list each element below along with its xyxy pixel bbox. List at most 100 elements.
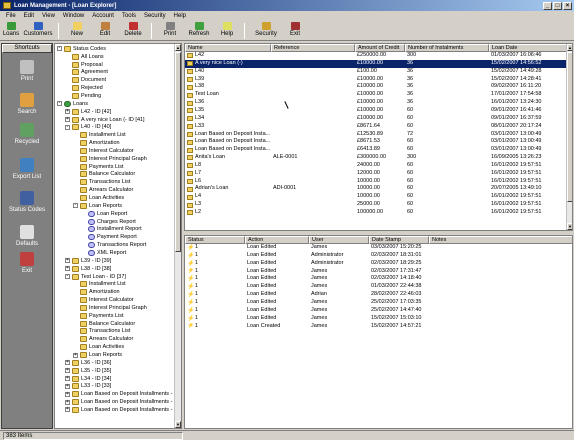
table-row[interactable]: L40 £100.00 36 15/02/2007 14:49:28 bbox=[185, 68, 567, 76]
toolbar-help-button[interactable]: Help bbox=[214, 21, 240, 41]
toolbar-loans-button[interactable]: Loans bbox=[0, 21, 22, 41]
table-row[interactable]: L7 12000.00 60 16/01/2002 19:57:51 bbox=[185, 170, 567, 178]
table-row[interactable]: L2 100000.00 60 16/01/2002 19:57:51 bbox=[185, 209, 567, 217]
table-row[interactable]: Anita's Loan ALE-0001 £300000.00 300 16/09/2… bbox=[185, 154, 567, 162]
tree-scroll-thumb[interactable] bbox=[175, 52, 181, 252]
shortcut-status-codes[interactable]: Status Codes bbox=[2, 191, 52, 213]
tree-node[interactable]: + L42 - ID [42] bbox=[65, 108, 111, 116]
toolbar-refresh-button[interactable]: Refresh bbox=[184, 21, 214, 41]
table-row[interactable]: L39 £10000.00 36 15/02/2007 14:28:41 bbox=[185, 76, 567, 84]
column-header-loan-date[interactable]: Loan Date bbox=[489, 44, 567, 52]
tree-node[interactable]: + Loan Based on Deposit Installments - bbox=[65, 406, 172, 414]
table-row[interactable]: Loan Based on Deposit Insta... £12530.89 7… bbox=[185, 131, 567, 139]
tree-node[interactable]: Amortization bbox=[73, 139, 120, 147]
scroll-up-arrow-icon[interactable]: ▲ bbox=[175, 44, 181, 51]
tree-node[interactable]: Rejected bbox=[65, 84, 103, 92]
tree-node[interactable]: - L40 - ID [40] bbox=[65, 124, 111, 132]
tree-node[interactable]: - Test Loan - ID [37] bbox=[65, 273, 126, 281]
tree-node[interactable]: Interest Calculator bbox=[73, 296, 134, 304]
expand-icon[interactable]: + bbox=[65, 266, 70, 272]
table-row[interactable]: L3 25000.00 60 16/01/2002 19:57:51 bbox=[185, 201, 567, 209]
expand-icon[interactable]: + bbox=[65, 399, 70, 405]
table-row[interactable]: L6 10000.00 60 16/01/2002 19:57:51 bbox=[185, 178, 567, 186]
tree-node[interactable]: Arrears Calculator bbox=[73, 186, 133, 194]
tree-node[interactable]: + L34 - ID [34] bbox=[65, 375, 111, 383]
tree-node[interactable]: + Loan Based on Deposit Installments - bbox=[65, 398, 172, 406]
expand-icon[interactable]: + bbox=[73, 352, 78, 358]
shortcut-export-list[interactable]: Export List bbox=[2, 158, 52, 180]
column-header-notes[interactable]: Notes bbox=[429, 236, 572, 244]
table-row[interactable]: ⚡ 1 Loan Edited James 03/03/2007 15:20:25 bbox=[185, 244, 572, 252]
tree-node[interactable]: Loan Activities bbox=[73, 343, 124, 351]
tree-node[interactable]: - Status Codes bbox=[57, 45, 106, 53]
toolbar-edit-button[interactable]: Edit bbox=[91, 21, 119, 41]
tree-node[interactable]: Payment Report bbox=[81, 233, 137, 241]
menu-view[interactable]: View bbox=[38, 13, 59, 19]
table-row[interactable]: ⚡ 1 Loan Edited James 25/02/2007 14:47:40 bbox=[185, 307, 572, 315]
tree-node[interactable]: Interest Principal Graph bbox=[73, 155, 147, 163]
collapse-icon[interactable]: - bbox=[65, 124, 70, 130]
toolbar-exit-button[interactable]: Exit bbox=[283, 21, 307, 41]
menu-tools[interactable]: Tools bbox=[118, 13, 140, 19]
expand-icon[interactable]: + bbox=[65, 391, 70, 397]
table-row[interactable]: L33 £8671.64 60 08/01/2007 20:17:24 bbox=[185, 123, 567, 131]
table-row[interactable]: ⚡ 1 Loan Edited James 15/02/2007 15:03:10 bbox=[185, 315, 572, 323]
tree-node[interactable]: + Loan Reports bbox=[73, 351, 122, 359]
tree-node[interactable]: Balance Calculator bbox=[73, 320, 135, 328]
tree-node[interactable]: + A very nice Loan (- ID [41] bbox=[65, 116, 145, 124]
expand-icon[interactable]: + bbox=[65, 360, 70, 366]
column-header-date-stamp[interactable]: Date Stamp bbox=[369, 236, 429, 244]
tree-node[interactable]: - Loans bbox=[57, 100, 88, 108]
table-row[interactable]: ⚡ 1 Loan Edited James 01/03/2007 22:44:38 bbox=[185, 283, 572, 291]
tree-node[interactable]: + L35 - ID [35] bbox=[65, 367, 111, 375]
tree-node[interactable]: Arrears Calculator bbox=[73, 335, 133, 343]
scroll-up-arrow-icon[interactable]: ▲ bbox=[567, 44, 572, 51]
tree-node[interactable]: Pending bbox=[65, 92, 101, 100]
tree-node[interactable]: + L33 - ID [33] bbox=[65, 383, 111, 391]
menu-file[interactable]: File bbox=[2, 13, 20, 19]
loans-scrollbar[interactable]: ▲ ▼ bbox=[566, 44, 572, 230]
tree-node[interactable]: XML Report bbox=[81, 249, 126, 257]
menu-account[interactable]: Account bbox=[88, 13, 118, 19]
expand-icon[interactable]: + bbox=[65, 117, 70, 123]
tree-node[interactable]: Payments List bbox=[73, 163, 124, 171]
column-header-reference[interactable]: Reference bbox=[271, 44, 355, 52]
table-row[interactable]: ⚡ 1 Loan Edited Administrator 02/03/2007 18:… bbox=[185, 260, 572, 268]
table-row[interactable]: Loan Based on Deposit Insta... £8671.53 60… bbox=[185, 138, 567, 146]
table-row[interactable]: A very nice Loan (-) £10000.00 36 15/02/200… bbox=[185, 59, 567, 68]
loans-grid[interactable]: Name Reference Amount of Credit Number of I… bbox=[184, 43, 573, 231]
column-header-status[interactable]: Status bbox=[185, 236, 245, 244]
table-row[interactable]: ⚡ 1 Loan Created James 15/02/2007 14:57:21 bbox=[185, 323, 572, 331]
collapse-icon[interactable]: - bbox=[73, 203, 78, 209]
table-row[interactable]: Loan Based on Deposit Insta... £6413.89 60… bbox=[185, 146, 567, 154]
tree-node[interactable]: Loan Report bbox=[81, 210, 127, 218]
collapse-icon[interactable]: - bbox=[57, 101, 62, 107]
table-row[interactable]: L8 24000.00 60 16/01/2002 19:57:51 bbox=[185, 162, 567, 170]
toolbar-security-button[interactable]: Security bbox=[249, 21, 283, 41]
toolbar-new-button[interactable]: New bbox=[63, 21, 91, 41]
toolbar-delete-button[interactable]: Delete bbox=[119, 21, 147, 41]
shortcut-print[interactable]: Print bbox=[2, 60, 52, 82]
table-row[interactable]: L38 £10000.00 36 09/02/2007 16:11:20 bbox=[185, 83, 567, 91]
tree-node[interactable]: Transactions Report bbox=[81, 241, 146, 249]
tree-node[interactable]: + Loan Based on Deposit Installments - bbox=[65, 390, 172, 398]
expand-icon[interactable]: + bbox=[65, 407, 70, 413]
table-row[interactable]: L4 10000.00 60 16/01/2002 19:57:51 bbox=[185, 193, 567, 201]
shortcut-search[interactable]: Search bbox=[2, 93, 52, 115]
column-header-amount-of-credit[interactable]: Amount of Credit bbox=[355, 44, 405, 52]
table-row[interactable]: ⚡ 1 Loan Edited Adrian 28/02/2007 22:46:03 bbox=[185, 291, 572, 299]
tree-node[interactable]: Amortization bbox=[73, 288, 120, 296]
column-header-user[interactable]: User bbox=[309, 236, 369, 244]
expand-icon[interactable]: + bbox=[65, 258, 70, 264]
collapse-icon[interactable]: - bbox=[65, 274, 70, 280]
scroll-down-arrow-icon[interactable]: ▼ bbox=[567, 223, 572, 230]
table-row[interactable]: Test Loan £10000.00 36 17/01/2007 17:54:58 bbox=[185, 91, 567, 99]
expand-icon[interactable]: + bbox=[65, 376, 70, 382]
loan-tree[interactable]: - Status Codes All Loans Proposal Agreement D… bbox=[54, 43, 182, 429]
tree-node[interactable]: Installment List bbox=[73, 281, 126, 289]
expand-icon[interactable]: + bbox=[65, 383, 70, 389]
tree-node[interactable]: Transactions List bbox=[73, 178, 130, 186]
tree-node[interactable]: Payments List bbox=[73, 312, 124, 320]
toolbar-print-button[interactable]: Print bbox=[156, 21, 184, 41]
tree-node[interactable]: Document bbox=[65, 76, 106, 84]
